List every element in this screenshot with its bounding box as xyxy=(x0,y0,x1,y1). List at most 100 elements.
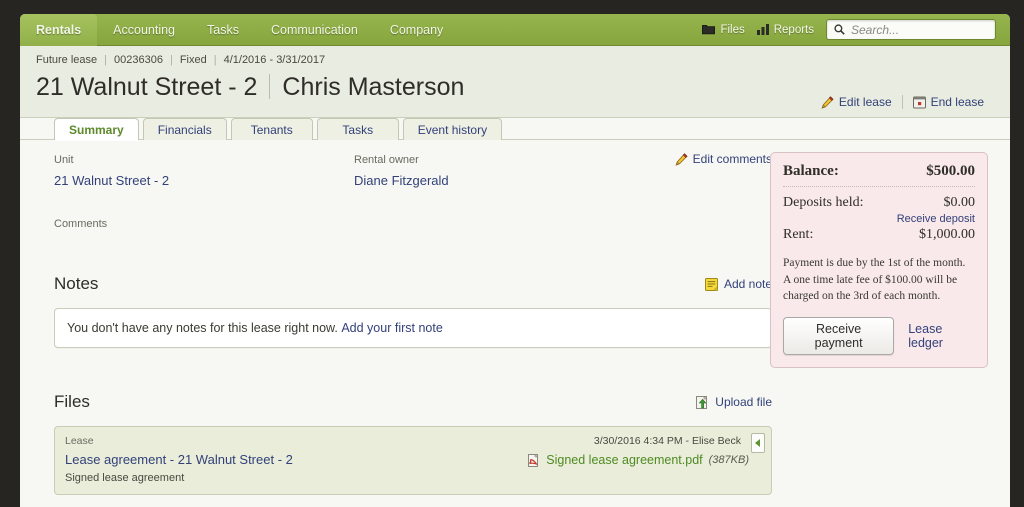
notes-section: Notes Add note You don't have any notes … xyxy=(54,274,772,348)
note-icon xyxy=(704,277,718,291)
edit-comments-button[interactable]: Edit comments xyxy=(675,152,772,166)
balance-panel: Balance: $500.00 Deposits held: $0.00 Re… xyxy=(770,152,988,369)
edit-comments-label: Edit comments xyxy=(692,152,772,166)
edit-lease-label: Edit lease xyxy=(838,95,892,109)
nav-item-label: Tasks xyxy=(207,22,239,37)
title-divider xyxy=(269,74,271,99)
unit-value[interactable]: 21 Walnut Street - 2 xyxy=(54,173,354,188)
top-navigation-bar: Rentals Accounting Tasks Communication C… xyxy=(20,14,1010,52)
search-placeholder: Search... xyxy=(851,22,900,37)
unit-field: Unit 21 Walnut Street - 2 xyxy=(54,154,354,188)
tab-bar: Summary Financials Tenants Tasks Event h… xyxy=(20,118,1010,141)
tab-label: Summary xyxy=(69,122,124,137)
balance-label: Balance: xyxy=(783,163,839,179)
nav-item-rentals[interactable]: Rentals xyxy=(20,14,98,52)
header-actions: Edit lease End lease xyxy=(811,95,994,109)
lease-ledger-link[interactable]: Lease ledger xyxy=(908,322,975,350)
pencil-icon xyxy=(675,152,688,166)
nav-item-tasks[interactable]: Tasks xyxy=(191,14,255,46)
tab-label: Tenants xyxy=(250,122,293,137)
notes-empty-box: You don't have any notes for this lease … xyxy=(54,308,772,348)
breadcrumb: Future lease | 00236306 | Fixed | 4/1/20… xyxy=(36,54,994,66)
tab-financials[interactable]: Financials xyxy=(142,118,227,140)
tab-label: Tasks xyxy=(342,122,374,137)
add-note-button[interactable]: Add note xyxy=(704,277,772,291)
breadcrumb-separator: | xyxy=(104,54,108,66)
balance-value: $500.00 xyxy=(926,163,975,179)
breadcrumb-lease-number: 00236306 xyxy=(114,54,163,66)
rent-label: Rent: xyxy=(783,227,814,242)
rental-owner-field: Rental owner Diane Fitzgerald xyxy=(354,154,654,188)
tab-tenants[interactable]: Tenants xyxy=(230,118,313,140)
nav-item-label: Accounting xyxy=(113,22,176,37)
rental-owner-value[interactable]: Diane Fitzgerald xyxy=(354,173,654,188)
page-title-tenant: Chris Masterson xyxy=(282,73,465,101)
rent-row: Rent: $1,000.00 xyxy=(783,227,975,243)
folder-icon xyxy=(702,24,716,35)
breadcrumb-separator: | xyxy=(213,54,217,66)
nav-files-link[interactable]: Files xyxy=(702,23,745,36)
edit-lease-button[interactable]: Edit lease xyxy=(811,95,902,109)
file-attachment-name: Signed lease agreement.pdf xyxy=(546,453,703,467)
upload-icon xyxy=(696,395,709,409)
page-body: Unit 21 Walnut Street - 2 Rental owner D… xyxy=(20,140,1010,507)
page-title-property: 21 Walnut Street - 2 xyxy=(36,73,258,101)
deposits-row: Deposits held: $0.00 xyxy=(783,195,975,211)
page-header: Future lease | 00236306 | Fixed | 4/1/20… xyxy=(20,46,1010,118)
tab-label: Event history xyxy=(417,122,488,137)
receive-payment-button[interactable]: Receive payment xyxy=(783,317,895,356)
nav-utilities: Files Reports Search... xyxy=(702,19,1002,40)
breadcrumb-status: Future lease xyxy=(36,54,98,66)
breadcrumb-date-range: 4/1/2016 - 3/31/2017 xyxy=(223,54,326,66)
bar-chart-icon xyxy=(756,24,769,35)
triangle-left-icon[interactable] xyxy=(751,433,765,453)
nav-reports-link[interactable]: Reports xyxy=(756,23,814,36)
tab-label: Financials xyxy=(157,122,212,137)
primary-nav-items: Rentals Accounting Tasks Communication C… xyxy=(20,14,460,52)
nav-item-label: Rentals xyxy=(36,22,82,37)
nav-item-label: Communication xyxy=(270,22,358,37)
notes-title: Notes xyxy=(54,274,99,293)
tab-tasks[interactable]: Tasks xyxy=(316,118,399,140)
nav-item-communication[interactable]: Communication xyxy=(255,14,374,46)
end-lease-button[interactable]: End lease xyxy=(903,95,994,109)
pdf-icon xyxy=(528,453,540,467)
file-meta: 3/30/2016 4:34 PM - Elise Beck xyxy=(593,435,741,447)
file-description: Signed lease agreement xyxy=(65,472,185,484)
files-section: Files Upload file Lease Lease agreement … xyxy=(54,392,772,495)
comments-field: Comments xyxy=(54,218,772,230)
breadcrumb-separator: | xyxy=(169,54,173,66)
tab-event-history[interactable]: Event history xyxy=(402,118,503,140)
rent-value: $1,000.00 xyxy=(919,227,975,242)
nav-files-label: Files xyxy=(720,23,745,36)
nav-reports-label: Reports xyxy=(773,23,814,36)
end-lease-label: End lease xyxy=(930,95,984,109)
deposits-value: $0.00 xyxy=(943,195,976,210)
rental-owner-label: Rental owner xyxy=(354,154,419,166)
upload-file-button[interactable]: Upload file xyxy=(696,395,772,409)
file-attachment-link[interactable]: Signed lease agreement.pdf (387KB) xyxy=(528,453,749,467)
calendar-end-icon xyxy=(912,96,926,109)
file-row: Lease Lease agreement - 21 Walnut Street… xyxy=(54,426,772,495)
nav-item-company[interactable]: Company xyxy=(374,14,460,46)
balance-row: Balance: $500.00 xyxy=(783,163,975,186)
breadcrumb-lease-type: Fixed xyxy=(179,54,207,66)
nav-item-accounting[interactable]: Accounting xyxy=(97,14,191,46)
search-input[interactable]: Search... xyxy=(826,19,996,40)
add-note-label: Add note xyxy=(723,277,772,291)
lease-info-row: Unit 21 Walnut Street - 2 Rental owner D… xyxy=(54,152,772,188)
tab-summary[interactable]: Summary xyxy=(54,118,139,141)
application-window: Rentals Accounting Tasks Communication C… xyxy=(20,14,1010,507)
payment-terms-note: Payment is due by the 1st of the month. … xyxy=(783,257,966,303)
notes-empty-text: You don't have any notes for this lease … xyxy=(67,321,338,335)
panel-actions: Receive payment Lease ledger xyxy=(783,317,975,356)
files-title: Files xyxy=(54,392,90,411)
main-content: Unit 21 Walnut Street - 2 Rental owner D… xyxy=(54,152,772,495)
add-first-note-link[interactable]: Add your first note xyxy=(341,321,442,335)
pencil-icon xyxy=(821,95,834,109)
upload-file-label: Upload file xyxy=(715,395,772,409)
search-icon xyxy=(834,24,845,35)
receive-deposit-link[interactable]: Receive deposit xyxy=(783,213,975,225)
comments-label: Comments xyxy=(54,218,108,230)
deposits-label: Deposits held: xyxy=(783,195,864,210)
